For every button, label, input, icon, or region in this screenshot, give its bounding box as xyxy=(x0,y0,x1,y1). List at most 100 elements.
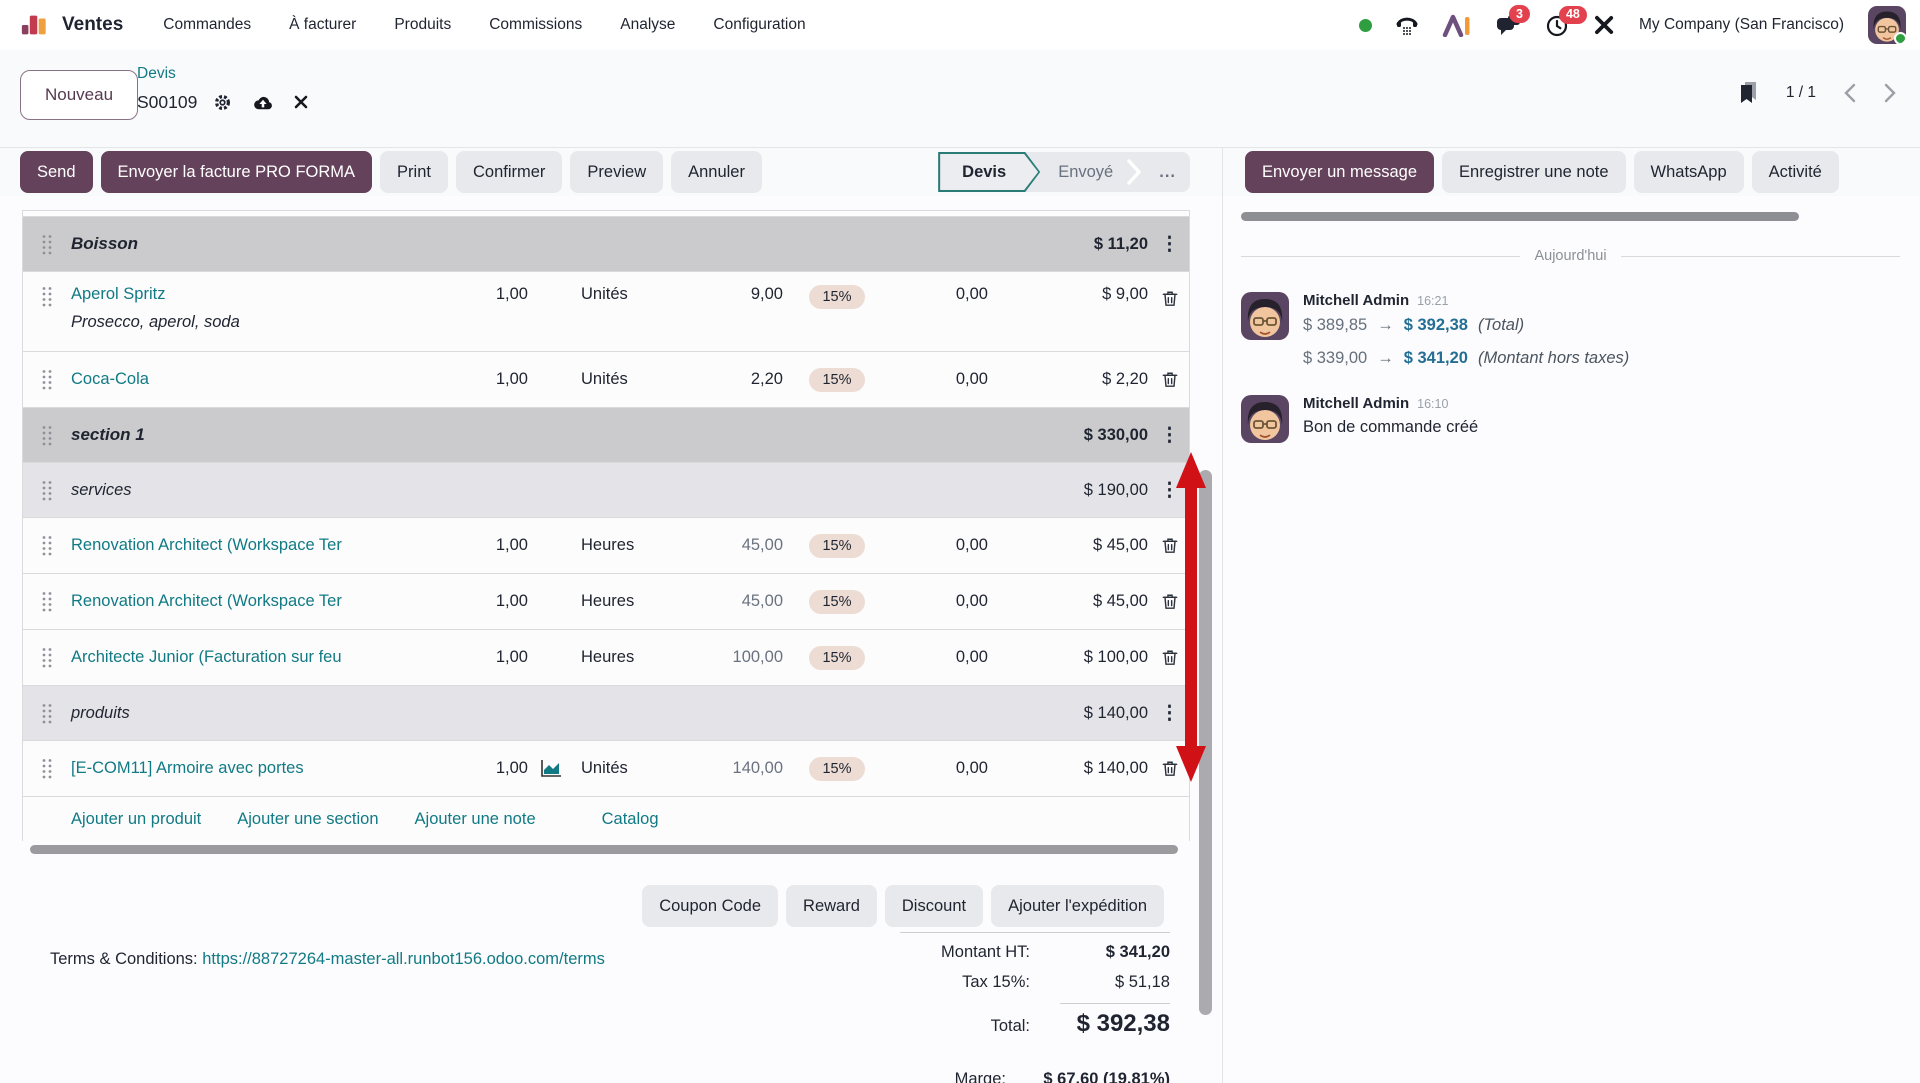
drag-handle-icon[interactable] xyxy=(23,590,71,613)
discount-cell[interactable]: 0,00 xyxy=(873,648,988,667)
log-note-button[interactable]: Enregistrer une note xyxy=(1442,151,1626,193)
table-row-section-1[interactable]: section 1 $ 330,00 ⋮ xyxy=(23,408,1189,463)
proforma-button[interactable]: Envoyer la facture PRO FORMA xyxy=(101,151,373,193)
nav-item-analyse[interactable]: Analyse xyxy=(620,16,675,34)
reward-button[interactable]: Reward xyxy=(786,885,877,927)
terms-link[interactable]: https://88727264-master-all.runbot156.od… xyxy=(202,950,605,968)
delete-row-trash-icon[interactable] xyxy=(1148,647,1191,668)
uom-cell[interactable]: Unités xyxy=(573,370,703,389)
product-link[interactable]: Renovation Architect (Workspace Ter xyxy=(71,536,408,555)
discard-x-icon[interactable] xyxy=(294,95,308,109)
table-row-renovation-architect-1[interactable]: Renovation Architect (Workspace Ter 1,00… xyxy=(23,518,1189,574)
unit-price-cell[interactable]: 9,00 xyxy=(703,285,783,304)
uom-cell[interactable]: Unités xyxy=(573,285,703,304)
pager-next-icon[interactable] xyxy=(1884,83,1896,103)
breadcrumb-parent-devis[interactable]: Devis xyxy=(137,65,176,82)
row-menu-kebab-icon[interactable]: ⋮ xyxy=(1148,426,1191,445)
cancel-button[interactable]: Annuler xyxy=(671,151,762,193)
discount-cell[interactable]: 0,00 xyxy=(873,285,988,304)
unit-price-cell[interactable]: 2,20 xyxy=(703,370,783,389)
qty-cell[interactable]: 1,00 xyxy=(408,759,528,778)
delete-row-trash-icon[interactable] xyxy=(1148,369,1191,390)
discount-cell[interactable]: 0,00 xyxy=(873,370,988,389)
chatter-scroll-indicator[interactable] xyxy=(1241,212,1799,221)
add-note-link[interactable]: Ajouter une note xyxy=(415,810,536,829)
activity-button[interactable]: Activité xyxy=(1752,151,1839,193)
drag-handle-icon[interactable] xyxy=(23,233,71,256)
company-switcher[interactable]: My Company (San Francisco) xyxy=(1639,16,1844,34)
product-link[interactable]: Coca-Cola xyxy=(71,370,408,389)
status-step-envoye[interactable]: Envoyé xyxy=(1040,163,1127,182)
nav-item-commissions[interactable]: Commissions xyxy=(489,16,582,34)
whatsapp-button[interactable]: WhatsApp xyxy=(1634,151,1744,193)
unit-price-cell[interactable]: 45,00 xyxy=(703,536,783,555)
product-link[interactable]: Renovation Architect (Workspace Ter xyxy=(71,592,408,611)
message-author[interactable]: Mitchell Admin xyxy=(1303,292,1409,309)
discount-button[interactable]: Discount xyxy=(885,885,983,927)
discount-cell[interactable]: 0,00 xyxy=(873,536,988,555)
new-button[interactable]: Nouveau xyxy=(20,70,138,120)
qty-cell[interactable]: 1,00 xyxy=(408,536,528,555)
subsection-name[interactable]: produits xyxy=(71,704,408,723)
tax-badge[interactable]: 15% xyxy=(809,590,864,614)
pager-prev-icon[interactable] xyxy=(1844,83,1856,103)
preview-button[interactable]: Preview xyxy=(570,151,663,193)
table-row-coca-cola[interactable]: Coca-Cola 1,00 Unités 2,20 15% 0,00 $ 2,… xyxy=(23,352,1189,408)
bookmark-icon[interactable] xyxy=(1738,82,1758,104)
unit-price-cell[interactable]: 100,00 xyxy=(703,648,783,667)
save-cloud-icon[interactable] xyxy=(252,93,274,111)
discount-cell[interactable]: 0,00 xyxy=(873,759,988,778)
tax-badge[interactable]: 15% xyxy=(809,646,864,670)
settings-gear-icon[interactable] xyxy=(213,93,232,112)
delete-row-trash-icon[interactable] xyxy=(1148,591,1191,612)
message-author[interactable]: Mitchell Admin xyxy=(1303,395,1409,412)
discount-cell[interactable]: 0,00 xyxy=(873,592,988,611)
nav-item-produits[interactable]: Produits xyxy=(394,16,451,34)
app-logo-icon[interactable] xyxy=(20,11,48,39)
table-row-subsection-services[interactable]: services $ 190,00 ⋮ xyxy=(23,463,1189,518)
unit-price-cell[interactable]: 45,00 xyxy=(703,592,783,611)
qty-cell[interactable]: 1,00 xyxy=(408,370,528,389)
section-name[interactable]: section 1 xyxy=(71,425,408,445)
table-row-section-boisson[interactable]: Boisson $ 11,20 ⋮ xyxy=(23,217,1189,272)
drag-handle-icon[interactable] xyxy=(23,368,71,391)
qty-cell[interactable]: 1,00 xyxy=(408,285,528,304)
product-link[interactable]: [E-COM11] Armoire avec portes xyxy=(71,759,408,778)
uom-cell[interactable]: Unités xyxy=(573,759,703,778)
voip-phone-icon[interactable] xyxy=(1396,15,1418,35)
user-avatar[interactable] xyxy=(1868,6,1906,44)
send-button[interactable]: Send xyxy=(20,151,93,193)
drag-handle-icon[interactable] xyxy=(23,424,71,447)
drag-handle-icon[interactable] xyxy=(23,285,71,308)
section-name[interactable]: Boisson xyxy=(71,234,408,254)
catalog-link[interactable]: Catalog xyxy=(602,810,659,829)
tax-badge[interactable]: 15% xyxy=(809,757,864,781)
drag-handle-icon[interactable] xyxy=(23,479,71,502)
uom-cell[interactable]: Heures xyxy=(573,536,703,555)
qty-cell[interactable]: 1,00 xyxy=(408,648,528,667)
confirm-button[interactable]: Confirmer xyxy=(456,151,562,193)
row-menu-kebab-icon[interactable]: ⋮ xyxy=(1148,235,1191,254)
drag-handle-icon[interactable] xyxy=(23,534,71,557)
send-message-button[interactable]: Envoyer un message xyxy=(1245,151,1434,193)
app-name[interactable]: Ventes xyxy=(62,14,123,36)
ai-icon[interactable] xyxy=(1442,14,1472,37)
nav-item-commandes[interactable]: Commandes xyxy=(163,16,251,34)
vertical-scrollbar[interactable] xyxy=(1199,470,1212,1015)
delete-row-trash-icon[interactable] xyxy=(1148,758,1191,779)
drag-handle-icon[interactable] xyxy=(23,757,71,780)
product-link[interactable]: Aperol Spritz xyxy=(71,285,165,303)
status-step-devis[interactable]: Devis xyxy=(938,152,1040,192)
nav-item-a-facturer[interactable]: À facturer xyxy=(289,16,356,34)
row-menu-kebab-icon[interactable]: ⋮ xyxy=(1148,481,1191,500)
avatar[interactable] xyxy=(1241,395,1289,443)
subsection-name[interactable]: services xyxy=(71,481,408,500)
uom-cell[interactable]: Heures xyxy=(573,648,703,667)
debug-tools-icon[interactable] xyxy=(1593,14,1615,36)
table-row-aperol-spritz[interactable]: Aperol Spritz Prosecco, aperol, soda 1,0… xyxy=(23,272,1189,352)
avatar[interactable] xyxy=(1241,292,1289,340)
uom-cell[interactable]: Heures xyxy=(573,592,703,611)
product-link[interactable]: Architecte Junior (Facturation sur feu xyxy=(71,648,408,667)
delete-row-trash-icon[interactable] xyxy=(1148,535,1191,556)
unit-price-cell[interactable]: 140,00 xyxy=(703,759,783,778)
